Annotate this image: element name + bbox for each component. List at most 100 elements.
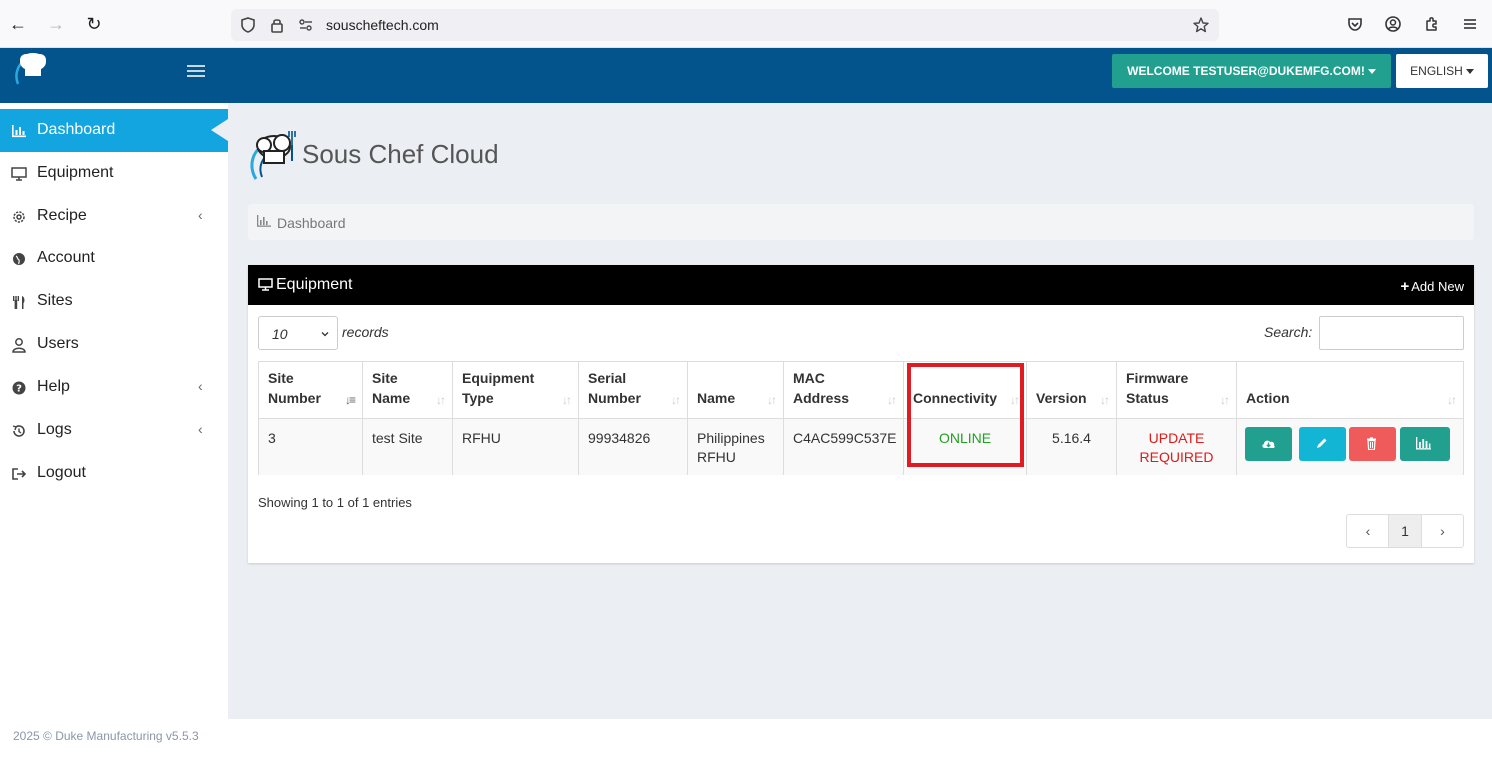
- cell-text: RFHU: [462, 430, 501, 446]
- stats-button[interactable]: [1400, 427, 1450, 461]
- panel-header: Equipment + Add New: [248, 265, 1474, 305]
- column-header-firmware-status[interactable]: Firmware Status ↓↑: [1117, 362, 1237, 419]
- column-header-site-number[interactable]: Site Number ↓≡: [259, 362, 363, 419]
- sidebar-item-label: Users: [37, 335, 79, 352]
- bar-chart-icon: [12, 125, 26, 138]
- forward-arrow-icon[interactable]: →: [46, 14, 66, 34]
- cloud-download-icon: [1262, 440, 1275, 448]
- column-header-version[interactable]: Version ↓↑: [1027, 362, 1117, 419]
- cell-name: Philippines RFHU: [688, 419, 784, 475]
- column-header-name[interactable]: Name ↓↑: [688, 362, 784, 419]
- sign-out-icon: [12, 468, 27, 480]
- bookmark-star-icon[interactable]: [1192, 16, 1210, 34]
- account-icon[interactable]: [1384, 15, 1402, 33]
- utensils-icon: [13, 296, 25, 309]
- sidebar-item-logout[interactable]: Logout: [0, 452, 228, 495]
- chevron-down-icon: [321, 332, 329, 337]
- sort-icon: ↓↑: [1220, 393, 1230, 407]
- pagination-page-1[interactable]: 1: [1388, 515, 1422, 547]
- sidebar-item-label: Recipe: [37, 207, 87, 224]
- panel-title: Equipment: [276, 276, 353, 293]
- monitor-icon: [258, 278, 273, 291]
- back-arrow-icon[interactable]: ←: [8, 14, 28, 34]
- sidebar-item-logs[interactable]: Logs ‹: [0, 409, 228, 452]
- history-icon: [12, 425, 25, 437]
- monitor-icon: [11, 167, 27, 181]
- sidebar-item-recipe[interactable]: Recipe ‹: [0, 195, 228, 238]
- edit-button[interactable]: [1299, 427, 1346, 461]
- search-label: Search:: [1264, 324, 1313, 340]
- question-icon: ?: [12, 381, 26, 395]
- sort-icon: ↓↑: [562, 393, 572, 407]
- records-label: records: [342, 324, 389, 340]
- cell-action: [1237, 419, 1463, 475]
- app-header: WELCOME TESTUSER@DUKEMFG.COM! ENGLISH: [0, 48, 1492, 103]
- sidebar-item-label: Logs: [37, 421, 72, 438]
- sidebar-item-label: Logout: [37, 464, 86, 481]
- cell-site-number: 3: [259, 419, 363, 475]
- address-bar[interactable]: souscheftech.com: [231, 9, 1219, 41]
- globe-icon: [13, 253, 25, 265]
- connectivity-highlight: [907, 363, 1024, 467]
- user-menu-button[interactable]: WELCOME TESTUSER@DUKEMFG.COM!: [1112, 54, 1391, 88]
- column-header-equipment-type[interactable]: Equipment Type ↓↑: [453, 362, 579, 419]
- main-content: Sous Chef Cloud Dashboard Equipment + Add…: [228, 103, 1492, 719]
- url-text: souscheftech.com: [326, 17, 439, 33]
- cell-site-name: test Site: [363, 419, 453, 475]
- column-header-action[interactable]: Action ↓↑: [1237, 362, 1463, 419]
- records-length-select[interactable]: 10: [258, 316, 338, 350]
- user-icon: [12, 338, 26, 353]
- sidebar-item-dashboard[interactable]: Dashboard: [0, 109, 228, 152]
- sort-icon: ↓↑: [1447, 393, 1457, 407]
- table-info: Showing 1 to 1 of 1 entries: [258, 495, 412, 510]
- sidebar-item-sites[interactable]: Sites: [0, 280, 228, 323]
- site-settings-icon[interactable]: [297, 16, 315, 34]
- language-label: ENGLISH: [1410, 64, 1463, 78]
- sort-icon: ↓↑: [671, 393, 681, 407]
- pagination-next-button[interactable]: ›: [1422, 515, 1463, 547]
- cell-text: Philippines RFHU: [697, 430, 765, 465]
- records-length-value: 10: [272, 326, 288, 342]
- chevron-down-icon: [1465, 69, 1474, 75]
- sort-icon: ↓↑: [887, 393, 897, 407]
- sidebar-item-label: Help: [37, 378, 70, 395]
- equipment-table: Site Number ↓≡ Site Name ↓↑ Equipment Type…: [258, 361, 1464, 475]
- header-label: Firmware Status: [1126, 370, 1189, 406]
- sort-icon: ↓↑: [767, 393, 777, 407]
- delete-button[interactable]: [1349, 427, 1396, 461]
- download-button[interactable]: [1245, 427, 1292, 461]
- column-header-mac-address[interactable]: MAC Address ↓↑: [784, 362, 904, 419]
- pocket-icon[interactable]: [1346, 15, 1364, 33]
- sort-desc-icon: ↓≡: [344, 393, 356, 407]
- extensions-icon[interactable]: [1423, 15, 1441, 33]
- reload-icon[interactable]: ↻: [84, 14, 104, 34]
- sidebar-item-help[interactable]: ? Help ‹: [0, 366, 228, 409]
- equipment-panel: Equipment + Add New 10 records Search: Si…: [248, 265, 1474, 563]
- bar-chart-icon: [1416, 437, 1431, 450]
- plus-icon: +: [1400, 278, 1410, 295]
- cell-equipment-type: RFHU: [453, 419, 579, 475]
- sidebar-item-equipment[interactable]: Equipment: [0, 152, 228, 195]
- footer-text: 2025 © Duke Manufacturing v5.5.3: [13, 729, 199, 743]
- sidebar-item-users[interactable]: Users: [0, 323, 228, 366]
- menu-icon[interactable]: [1461, 15, 1479, 33]
- header-label: Action: [1246, 390, 1290, 406]
- cell-serial-number: 99934826: [579, 419, 688, 475]
- cell-text: C4AC599C537E: [793, 430, 897, 446]
- chevron-left-icon: ‹: [198, 421, 203, 437]
- column-header-site-name[interactable]: Site Name ↓↑: [363, 362, 453, 419]
- language-button[interactable]: ENGLISH: [1396, 54, 1488, 88]
- pagination-prev-button[interactable]: ‹: [1347, 515, 1389, 547]
- breadcrumb-item[interactable]: Dashboard: [277, 215, 346, 231]
- add-new-button[interactable]: + Add New: [1400, 278, 1464, 295]
- sidebar-item-account[interactable]: Account: [0, 237, 228, 280]
- search-input[interactable]: [1319, 316, 1464, 350]
- chef-hat-logo-icon[interactable]: [12, 48, 52, 86]
- sort-icon: ↓↑: [436, 393, 446, 407]
- firmware-status: UPDATE REQUIRED: [1139, 430, 1214, 465]
- header-label: Serial Number: [588, 370, 641, 406]
- sidebar-item-label: Dashboard: [37, 121, 116, 138]
- column-header-serial-number[interactable]: Serial Number ↓↑: [579, 362, 688, 419]
- sidebar-toggle-icon[interactable]: [187, 65, 205, 79]
- cell-version: 5.16.4: [1027, 419, 1117, 475]
